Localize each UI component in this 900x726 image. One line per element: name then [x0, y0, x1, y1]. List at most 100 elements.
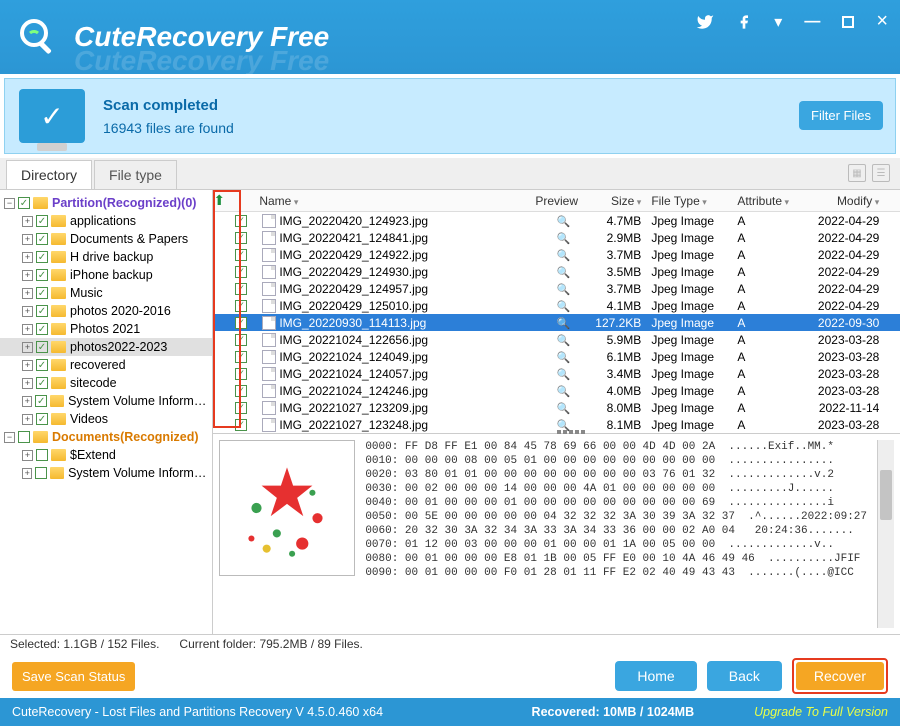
file-list[interactable]: ✓ IMG_20220420_124923.jpg 🔍 4.7MB Jpeg I… — [213, 212, 900, 433]
scrollbar[interactable] — [877, 440, 894, 628]
expand-icon[interactable]: + — [22, 252, 33, 263]
col-attr[interactable]: Attribute — [737, 194, 799, 208]
magnify-icon[interactable]: 🔍 — [535, 368, 591, 381]
tree-root-partition[interactable]: − ✓ Partition(Recognized)(0) — [0, 194, 212, 212]
file-row[interactable]: ✓ IMG_20220429_124930.jpg 🔍 3.5MB Jpeg I… — [213, 263, 900, 280]
expand-icon[interactable]: + — [22, 288, 33, 299]
tree-item[interactable]: + ✓ Videos — [0, 410, 212, 428]
checkbox[interactable]: ✓ — [235, 283, 247, 295]
filter-files-button[interactable]: Filter Files — [799, 101, 883, 130]
file-row[interactable]: ✓ IMG_20220930_114113.jpg 🔍 127.2KB Jpeg… — [213, 314, 900, 331]
magnify-icon[interactable]: 🔍 — [535, 402, 591, 415]
tab-filetype[interactable]: File type — [94, 160, 177, 189]
expand-icon[interactable]: + — [22, 396, 32, 407]
directory-tree[interactable]: − ✓ Partition(Recognized)(0) + ✓ applica… — [0, 190, 213, 634]
file-row[interactable]: ✓ IMG_20221024_124057.jpg 🔍 3.4MB Jpeg I… — [213, 365, 900, 382]
tree-item[interactable]: + ✓ recovered — [0, 356, 212, 374]
expand-icon[interactable]: + — [22, 216, 33, 227]
checkbox[interactable]: ✓ — [18, 197, 30, 209]
checkbox[interactable]: ✓ — [235, 300, 247, 312]
checkbox[interactable]: ✓ — [36, 269, 48, 281]
checkbox[interactable]: ✓ — [235, 317, 247, 329]
tree-item[interactable]: + ✓ Music — [0, 284, 212, 302]
expand-icon[interactable]: + — [22, 360, 33, 371]
magnify-icon[interactable]: 🔍 — [535, 334, 591, 347]
drag-handle[interactable] — [557, 430, 597, 438]
magnify-icon[interactable]: 🔍 — [535, 300, 591, 313]
checkbox[interactable]: ✓ — [235, 215, 247, 227]
checkbox[interactable]: ✓ — [235, 266, 247, 278]
checkbox[interactable] — [36, 449, 48, 461]
tree-item[interactable]: + ✓ Photos 2021 — [0, 320, 212, 338]
checkbox[interactable]: ✓ — [235, 385, 247, 397]
file-row[interactable]: ✓ IMG_20221024_122656.jpg 🔍 5.9MB Jpeg I… — [213, 331, 900, 348]
col-modify[interactable]: Modify — [799, 194, 879, 208]
col-preview[interactable]: Preview — [535, 194, 591, 208]
recover-button[interactable]: Recover — [796, 662, 884, 690]
tree-item[interactable]: + ✓ applications — [0, 212, 212, 230]
col-size[interactable]: Size — [591, 194, 651, 208]
checkbox[interactable]: ✓ — [235, 334, 247, 346]
list-view-icon[interactable]: ☰ — [872, 164, 890, 182]
expand-icon[interactable]: + — [22, 324, 33, 335]
checkbox[interactable] — [35, 467, 46, 479]
checkbox[interactable]: ✓ — [235, 249, 247, 261]
file-row[interactable]: ✓ IMG_20221027_123209.jpg 🔍 8.0MB Jpeg I… — [213, 399, 900, 416]
expand-icon[interactable]: + — [22, 234, 33, 245]
close-icon[interactable]: × — [876, 10, 888, 33]
magnify-icon[interactable]: 🔍 — [535, 317, 591, 330]
minimize-icon[interactable]: — — [804, 13, 820, 31]
tree-root-documents[interactable]: − Documents(Recognized) — [0, 428, 212, 446]
magnify-icon[interactable]: 🔍 — [535, 351, 591, 364]
tab-directory[interactable]: Directory — [6, 160, 92, 189]
file-row[interactable]: ✓ IMG_20220429_124957.jpg 🔍 3.7MB Jpeg I… — [213, 280, 900, 297]
col-name[interactable]: Name — [255, 194, 535, 208]
collapse-icon[interactable]: − — [4, 432, 15, 443]
collapse-icon[interactable]: − — [4, 198, 15, 209]
checkbox[interactable]: ✓ — [36, 287, 48, 299]
checkbox[interactable]: ✓ — [235, 402, 247, 414]
col-type[interactable]: File Type — [651, 194, 737, 208]
save-scan-button[interactable]: Save Scan Status — [12, 662, 135, 691]
expand-icon[interactable]: + — [22, 378, 33, 389]
checkbox[interactable]: ✓ — [235, 351, 247, 363]
checkbox[interactable]: ✓ — [36, 233, 48, 245]
tree-item[interactable]: + ✓ sitecode — [0, 374, 212, 392]
checkbox[interactable]: ✓ — [36, 251, 48, 263]
expand-icon[interactable]: + — [22, 468, 32, 479]
tree-item[interactable]: + $Extend — [0, 446, 212, 464]
file-row[interactable]: ✓ IMG_20221024_124049.jpg 🔍 6.1MB Jpeg I… — [213, 348, 900, 365]
checkbox[interactable]: ✓ — [36, 377, 48, 389]
maximize-icon[interactable] — [842, 16, 854, 28]
checkbox[interactable]: ✓ — [235, 419, 247, 431]
checkbox[interactable]: ✓ — [235, 232, 247, 244]
magnify-icon[interactable]: 🔍 — [535, 283, 591, 296]
magnify-icon[interactable]: 🔍 — [535, 232, 591, 245]
file-row[interactable]: ✓ IMG_20220429_124922.jpg 🔍 3.7MB Jpeg I… — [213, 246, 900, 263]
magnify-icon[interactable]: 🔍 — [535, 215, 591, 228]
checkbox[interactable]: ✓ — [36, 341, 48, 353]
expand-icon[interactable]: + — [22, 342, 33, 353]
expand-icon[interactable]: + — [22, 270, 33, 281]
dropdown-icon[interactable]: ▾ — [774, 12, 782, 32]
tree-item[interactable]: + ✓ photos2022-2023 — [0, 338, 212, 356]
checkbox[interactable]: ✓ — [36, 323, 48, 335]
tree-item[interactable]: + ✓ iPhone backup — [0, 266, 212, 284]
expand-icon[interactable]: + — [22, 414, 33, 425]
tree-item[interactable]: + ✓ System Volume Information — [0, 392, 212, 410]
twitter-icon[interactable] — [696, 13, 714, 31]
magnify-icon[interactable]: 🔍 — [535, 266, 591, 279]
facebook-icon[interactable] — [736, 14, 752, 30]
expand-icon[interactable]: + — [22, 450, 33, 461]
file-row[interactable]: ✓ IMG_20220421_124841.jpg 🔍 2.9MB Jpeg I… — [213, 229, 900, 246]
back-button[interactable]: Back — [707, 661, 782, 691]
checkbox[interactable]: ✓ — [35, 395, 46, 407]
tree-item[interactable]: + ✓ H drive backup — [0, 248, 212, 266]
tree-item[interactable]: + ✓ Documents & Papers — [0, 230, 212, 248]
home-button[interactable]: Home — [615, 661, 696, 691]
upgrade-link[interactable]: Upgrade To Full Version — [754, 705, 888, 719]
file-row[interactable]: ✓ IMG_20221024_124246.jpg 🔍 4.0MB Jpeg I… — [213, 382, 900, 399]
tree-item[interactable]: + System Volume Information — [0, 464, 212, 482]
checkbox[interactable]: ✓ — [36, 413, 48, 425]
checkbox[interactable] — [18, 431, 30, 443]
